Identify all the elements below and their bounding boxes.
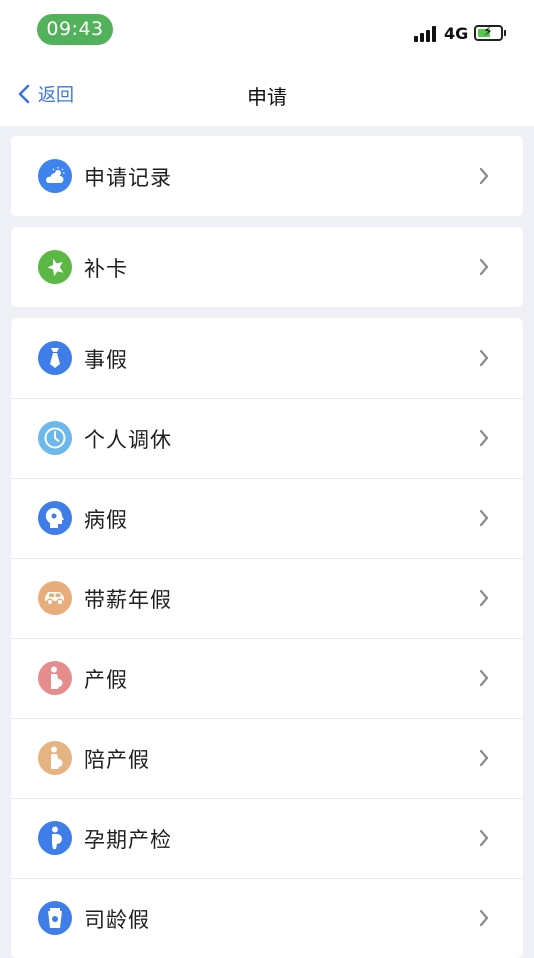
- list-item-maternity-leave[interactable]: 产假: [11, 638, 523, 718]
- weather-cloud-icon: [38, 159, 72, 193]
- group-leave-types: 事假 个人调休 病假 带薪年假 产假 陪产假 孕期产检 司龄假: [11, 318, 523, 958]
- chevron-right-icon: [479, 349, 489, 367]
- head-profile-icon: [38, 501, 72, 535]
- list-item-personal-time-off[interactable]: 个人调休: [11, 398, 523, 478]
- list-item-apply-records[interactable]: 申请记录: [11, 136, 523, 216]
- network-label: 4G: [444, 24, 469, 43]
- group-punch: 补卡: [11, 227, 523, 307]
- car-icon: [38, 581, 72, 615]
- list-item-label: 司龄假: [84, 908, 150, 932]
- star-hand-icon: [38, 250, 72, 284]
- status-time: 09:43: [37, 14, 113, 45]
- list-item-label: 申请记录: [84, 166, 172, 190]
- group-records: 申请记录: [11, 136, 523, 216]
- status-bar: 09:43 4G ⚡: [0, 0, 534, 62]
- list-item-personal-leave[interactable]: 事假: [11, 318, 523, 398]
- chevron-right-icon: [479, 429, 489, 447]
- chevron-right-icon: [479, 669, 489, 687]
- list-item-label: 补卡: [84, 257, 128, 281]
- clock-icon: [38, 421, 72, 455]
- list-item-sick-leave[interactable]: 病假: [11, 478, 523, 558]
- chevron-right-icon: [479, 909, 489, 927]
- list-item-makeup-punch[interactable]: 补卡: [11, 227, 523, 307]
- signal-icon: [414, 25, 438, 42]
- list-item-label: 孕期产检: [84, 828, 172, 852]
- chevron-right-icon: [479, 829, 489, 847]
- list-item-label: 病假: [84, 508, 128, 532]
- cup-icon: [38, 901, 72, 935]
- list-item-paternity-leave[interactable]: 陪产假: [11, 718, 523, 798]
- list-item-label: 陪产假: [84, 748, 150, 772]
- chevron-right-icon: [479, 749, 489, 767]
- list-item-label: 事假: [84, 348, 128, 372]
- list-item-label: 个人调休: [84, 428, 172, 452]
- necktie-icon: [38, 341, 72, 375]
- list-item-label: 带薪年假: [84, 588, 172, 612]
- list-item-paid-annual-leave[interactable]: 带薪年假: [11, 558, 523, 638]
- navigation-bar: 返回 申请: [0, 62, 534, 126]
- battery-charging-icon: ⚡: [474, 24, 506, 41]
- list-item-prenatal-check[interactable]: 孕期产检: [11, 798, 523, 878]
- page-title: 申请: [247, 85, 287, 109]
- pregnant-woman-icon: [38, 741, 72, 775]
- list-item-label: 产假: [84, 668, 128, 692]
- pregnancy-check-icon: [38, 821, 72, 855]
- chevron-right-icon: [479, 589, 489, 607]
- chevron-right-icon: [479, 258, 489, 276]
- chevron-right-icon: [479, 509, 489, 527]
- list-item-seniority-leave[interactable]: 司龄假: [11, 878, 523, 958]
- chevron-right-icon: [479, 167, 489, 185]
- pregnant-woman-icon: [38, 661, 72, 695]
